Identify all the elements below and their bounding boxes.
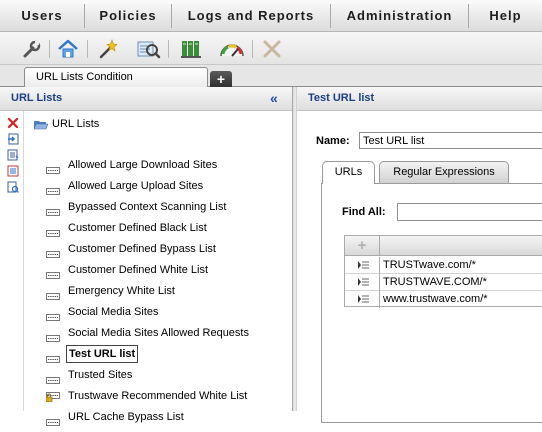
editor-tabs: URLs Regular Expressions [322,161,542,184]
url-list-icon [46,225,60,237]
wrench-icon[interactable] [21,38,43,60]
folder-open-icon [33,119,49,130]
properties-icon[interactable] [7,165,19,177]
toolbar-separator [168,40,169,58]
collapse-panel-button[interactable]: « [270,91,282,105]
menu-policies[interactable]: Policies [85,0,171,32]
tree-item-label: Emergency White List [68,285,175,297]
gauge-icon[interactable] [219,38,245,60]
tree-item-label: Allowed Large Upload Sites [68,180,204,192]
url-list-editor: Test URL list Name: URLs Regular Express… [297,87,542,423]
locked-url-list-icon [45,390,60,403]
add-row-button[interactable]: + [345,236,380,256]
url-lists-tree: URL Lists Allowed Large Download Sites A… [24,111,292,426]
toolbar-separator [87,40,88,58]
tree-item-label: Bypassed Context Scanning List [68,201,227,213]
editor-title: Test URL list [297,87,542,111]
toolbar [0,32,542,65]
export-icon[interactable] [7,149,19,161]
row-handle-icon[interactable] [345,274,380,291]
tools-icon[interactable] [261,38,283,60]
url-cell[interactable]: TRUSTWAVE.COM/* [383,274,487,290]
table-row[interactable]: TRUSTwave.com/* [345,257,542,274]
urls-tab-content: Find All: + TRUSTwave.com/* TRUSTWAVE.CO… [321,183,542,423]
search-list-icon[interactable] [7,181,19,193]
url-list-icon [46,204,60,216]
row-handle-icon[interactable] [345,257,380,274]
url-lists-panel: URL Lists « URL Lists Allowed Large Down… [0,87,292,426]
add-tab-button[interactable]: + [210,71,232,87]
url-list-icon [46,246,60,258]
main-menu-bar: Users Policies Logs and Reports Administ… [0,0,542,32]
menu-administration[interactable]: Administration [331,0,468,32]
table-row[interactable]: TRUSTWAVE.COM/* [345,274,542,291]
books-icon[interactable] [180,38,202,60]
menu-help[interactable]: Help [469,0,542,32]
tree-item-label: Trusted Sites [68,369,133,381]
table-row[interactable]: www.trustwave.com/* [345,291,542,308]
find-all-label: Find All: [342,206,386,218]
url-list-icon [46,414,60,426]
url-list-icon [46,330,60,342]
url-list-icon [46,288,60,300]
tree-item-label: Social Media Sites [68,306,159,318]
tree-item-label: Customer Defined Black List [68,222,207,234]
tree-item-label: Customer Defined Bypass List [68,243,216,255]
toolbar-separator [252,40,253,58]
url-list-icon [46,351,60,363]
find-all-input[interactable] [397,203,542,221]
url-cell[interactable]: TRUSTwave.com/* [383,257,476,273]
tree-item-label: Customer Defined White List [68,264,208,276]
home-icon[interactable] [57,38,79,60]
search-icon[interactable] [137,38,161,60]
toolbar-separator [49,40,50,58]
tree-item-label: Allowed Large Download Sites [68,159,218,171]
import-icon[interactable] [7,133,19,145]
url-list-icon [46,372,60,384]
url-cell[interactable]: www.trustwave.com/* [383,291,488,307]
name-field[interactable] [359,132,542,149]
url-list-icon [46,183,60,195]
panel-header: URL Lists « [0,87,292,111]
tab-url-lists-condition[interactable]: URL Lists Condition [24,67,208,88]
tree-item-label: Test URL list [66,345,139,363]
tree-item-label: Social Media Sites Allowed Requests [68,327,249,339]
tree-root-label: URL Lists [52,118,100,130]
menu-users[interactable]: Users [0,0,84,32]
url-list-icon [46,162,60,174]
panel-title: URL Lists [11,92,63,104]
tab-regular-expressions[interactable]: Regular Expressions [379,161,509,183]
side-action-bar [0,111,24,411]
grid-header: + [345,236,542,256]
tree-item-label: Trustwave Recommended White List [68,390,248,402]
wand-icon[interactable] [97,38,119,60]
name-label: Name: [316,135,350,147]
delete-icon[interactable] [7,117,19,129]
document-tab-strip: URL Lists Condition + [0,65,542,88]
menu-logs-and-reports[interactable]: Logs and Reports [172,0,330,32]
url-list-icon [46,309,60,321]
url-list-icon [46,267,60,279]
row-handle-icon[interactable] [345,291,380,308]
tab-urls[interactable]: URLs [322,161,375,184]
url-grid: + TRUSTwave.com/* TRUSTWAVE.COM/* www.tr… [344,235,542,308]
